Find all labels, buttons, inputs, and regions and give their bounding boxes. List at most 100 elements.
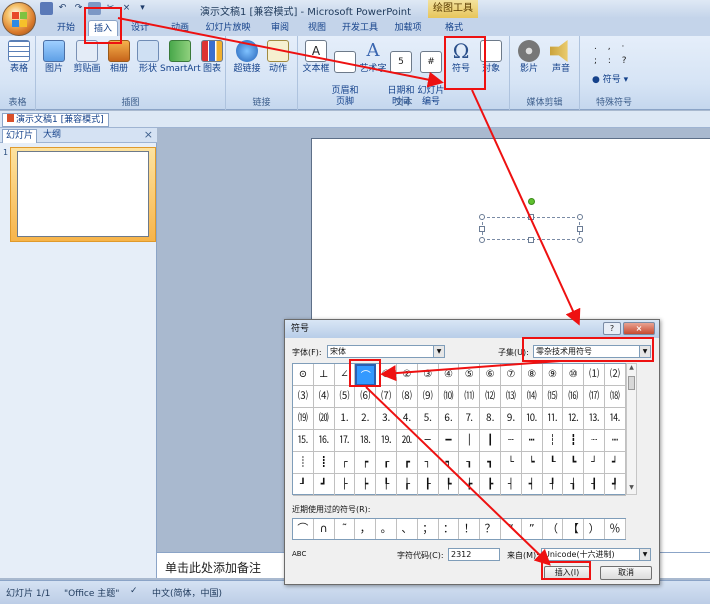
undo-icon[interactable]: ↶ xyxy=(56,2,69,15)
tab-7[interactable]: 视图 xyxy=(302,20,332,36)
symbol-cell[interactable]: ┘ xyxy=(584,452,605,474)
symbol-cell[interactable]: ┑ xyxy=(438,452,460,474)
symbol-cell[interactable]: ⑽ xyxy=(438,386,460,408)
symbol-cell[interactable]: ┉ xyxy=(605,430,626,452)
rotation-handle[interactable] xyxy=(528,198,535,205)
album-button[interactable]: 相册 xyxy=(104,40,134,75)
symbol-cell[interactable]: ⒚ xyxy=(376,430,397,452)
symbol-cell[interactable]: ┛ xyxy=(313,474,335,496)
sound-button[interactable]: 声音 xyxy=(546,40,576,75)
hyperlink-button[interactable]: 超链接 xyxy=(232,40,262,75)
symbol-cell[interactable]: ┨ xyxy=(584,474,605,496)
symbol-cell[interactable]: ┅ xyxy=(521,430,543,452)
tab-outline[interactable]: 大纲 xyxy=(40,129,64,143)
recent-symbol-cell[interactable]: ！ xyxy=(459,519,481,539)
dialog-help-button[interactable]: ? xyxy=(603,322,621,335)
recent-symbol-cell[interactable]: ） xyxy=(584,519,605,539)
symbol-cell[interactable]: ③ xyxy=(417,364,439,386)
symbol-cell[interactable]: ┏ xyxy=(397,452,418,474)
symbol-cell[interactable]: ⒇ xyxy=(313,408,335,430)
recent-symbol-cell[interactable]: 、 xyxy=(397,519,418,539)
smartart-button[interactable]: SmartArt xyxy=(160,40,201,75)
document-tab[interactable]: 演示文稿1 [兼容模式] xyxy=(2,113,109,127)
picture-button[interactable]: 图片 xyxy=(40,40,68,75)
tab-slides[interactable]: 幻灯片 xyxy=(2,129,38,143)
symbol-cell[interactable]: ┞ xyxy=(376,474,397,496)
symbol-cell[interactable]: ━ xyxy=(438,430,460,452)
symbol-cell[interactable]: ⒍ xyxy=(438,408,460,430)
symbol-cell[interactable]: ⒑ xyxy=(521,408,543,430)
action-button[interactable]: 动作 xyxy=(264,40,292,75)
dialog-close-button[interactable]: × xyxy=(623,322,655,335)
resize-handle[interactable] xyxy=(479,214,485,220)
slide-thumbnail-selected[interactable] xyxy=(10,147,156,242)
chart-button[interactable]: 图表 xyxy=(200,40,224,75)
resize-handle[interactable] xyxy=(577,226,583,232)
font-select[interactable]: 宋体 ▼ xyxy=(327,345,445,358)
scroll-up-icon[interactable]: ▲ xyxy=(627,364,636,374)
symbol-cell[interactable]: ┤ xyxy=(501,474,522,496)
symbol-cell[interactable]: ⒁ xyxy=(521,386,543,408)
resize-handle[interactable] xyxy=(479,226,485,232)
symbol-cell[interactable]: ⒙ xyxy=(355,430,377,452)
symbol-cell[interactable]: ┍ xyxy=(355,452,377,474)
symbol-cell[interactable]: ⑸ xyxy=(334,386,356,408)
symbol-cell[interactable]: ⒒ xyxy=(542,408,564,430)
symbol-cell[interactable]: ⑤ xyxy=(459,364,481,386)
symbol-cell[interactable]: ┓ xyxy=(480,452,501,474)
symbol-cell[interactable]: ⒅ xyxy=(605,386,626,408)
symbol-cell[interactable]: ② xyxy=(397,364,418,386)
symbol-cell[interactable]: ⒖ xyxy=(293,430,314,452)
recent-symbol-cell[interactable]: ， xyxy=(355,519,377,539)
symbol-cell[interactable]: ┒ xyxy=(459,452,481,474)
symbol-cell[interactable]: ⒕ xyxy=(605,408,626,430)
symbol-cell[interactable]: ┡ xyxy=(438,474,460,496)
resize-handle[interactable] xyxy=(479,237,485,243)
recent-symbol-cell[interactable]: ？ xyxy=(480,519,501,539)
symbol-cell[interactable]: ┊ xyxy=(293,452,314,474)
symbol-cell[interactable]: ┃ xyxy=(480,430,501,452)
special-glyphs-row-2[interactable]: ; : ? xyxy=(594,56,631,66)
tab-6[interactable]: 审阅 xyxy=(265,20,295,36)
symbol-cell[interactable]: ⒔ xyxy=(584,408,605,430)
symbol-cell[interactable]: ┣ xyxy=(480,474,501,496)
movie-button[interactable]: 影片 xyxy=(514,40,544,75)
symbol-cell[interactable]: ⑺ xyxy=(376,386,397,408)
symbol-cell[interactable]: ⒈ xyxy=(334,408,356,430)
special-symbol-dropdown[interactable]: ● 符号 ▾ xyxy=(592,72,628,85)
symbol-cell[interactable]: ⒄ xyxy=(584,386,605,408)
char-code-field[interactable]: 2312 xyxy=(448,548,500,561)
symbol-cell[interactable]: ⊥ xyxy=(313,364,335,386)
special-glyphs-row-1[interactable]: . , · xyxy=(594,42,628,52)
symbol-cell[interactable]: ┌ xyxy=(334,452,356,474)
symbol-cell[interactable]: ⑿ xyxy=(480,386,501,408)
shapes-button[interactable]: 形状 xyxy=(134,40,162,75)
tab-5[interactable]: 幻灯片放映 xyxy=(200,20,256,36)
symbol-cell[interactable]: ⒋ xyxy=(397,408,418,430)
symbol-cell[interactable]: ├ xyxy=(334,474,356,496)
symbol-cell[interactable]: ⒊ xyxy=(376,408,397,430)
from-select[interactable]: Unicode(十六进制) ▼ xyxy=(541,548,651,561)
wordart-button[interactable]: A 艺术字 xyxy=(358,40,388,75)
recent-symbol-cell[interactable]: “ xyxy=(501,519,522,539)
symbol-cell[interactable]: │ xyxy=(459,430,481,452)
customize-qat-icon[interactable]: ▾ xyxy=(136,2,149,15)
symbol-cell[interactable]: ┐ xyxy=(417,452,439,474)
symbol-cell[interactable]: ⒗ xyxy=(313,430,335,452)
clipart-button[interactable]: 剪贴画 xyxy=(70,40,104,75)
symbol-cell[interactable]: ┇ xyxy=(563,430,585,452)
symbol-cell[interactable]: ┈ xyxy=(584,430,605,452)
symbol-cell[interactable]: ⒂ xyxy=(542,386,564,408)
recent-symbol-cell[interactable]: 。 xyxy=(376,519,397,539)
symbol-cell[interactable]: ⒉ xyxy=(355,408,377,430)
symbol-cell[interactable]: ⑵ xyxy=(605,364,626,386)
symbol-cell[interactable]: ⊙ xyxy=(293,364,314,386)
tab-9[interactable]: 加载项 xyxy=(389,20,427,36)
symbol-cell[interactable]: ┚ xyxy=(293,474,314,496)
symbol-cell[interactable]: ⒘ xyxy=(334,430,356,452)
recent-symbol-cell[interactable]: 【 xyxy=(563,519,585,539)
resize-handle[interactable] xyxy=(528,214,534,220)
symbol-cell[interactable]: ┩ xyxy=(605,474,626,496)
symbol-cell[interactable]: ┧ xyxy=(563,474,585,496)
tab-8[interactable]: 开发工具 xyxy=(338,20,382,36)
